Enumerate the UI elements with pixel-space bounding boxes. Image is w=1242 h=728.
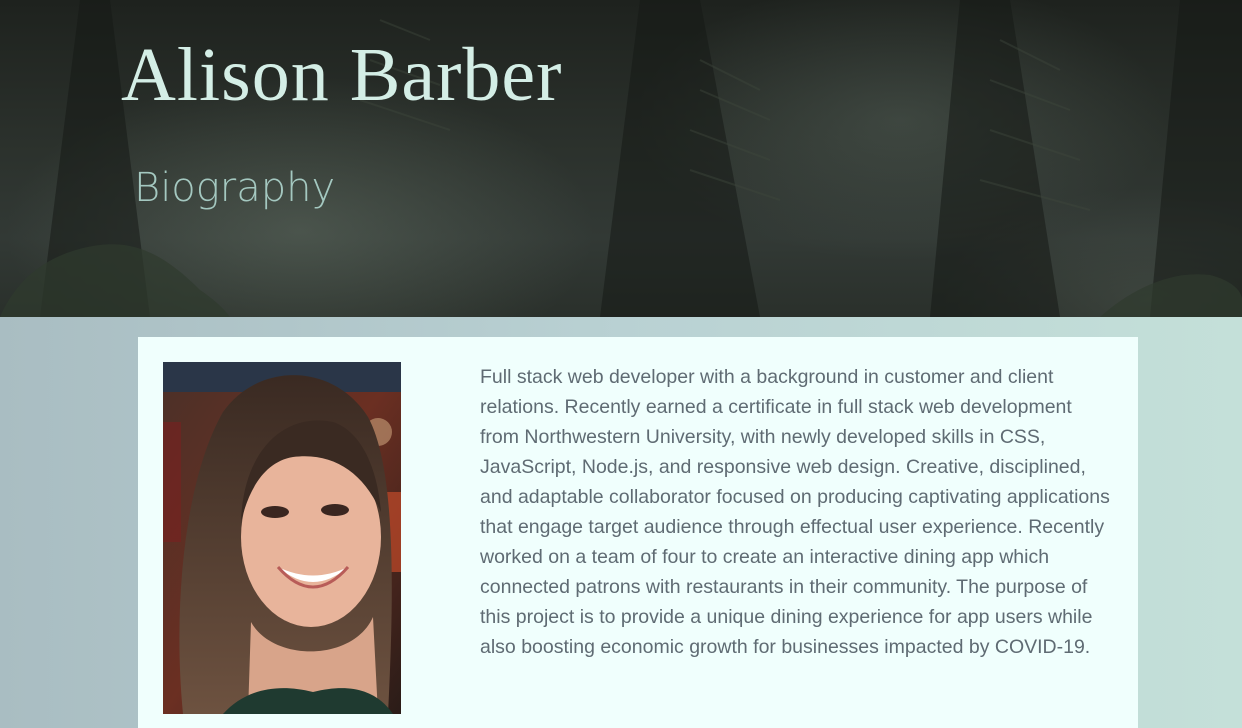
section-title: Biography bbox=[134, 165, 336, 211]
hero-banner: Alison Barber Biography bbox=[0, 0, 1242, 317]
site-title: Alison Barber bbox=[121, 33, 563, 117]
bio-card: Full stack web developer with a backgrou… bbox=[138, 337, 1138, 728]
portrait-image bbox=[163, 362, 401, 714]
biography-text: Full stack web developer with a backgrou… bbox=[480, 366, 1110, 658]
profile-photo bbox=[163, 362, 401, 714]
